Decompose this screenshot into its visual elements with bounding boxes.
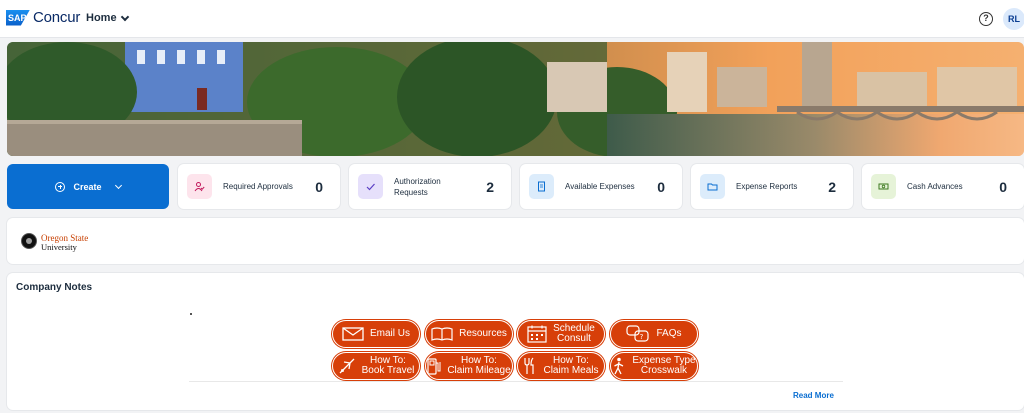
tile-label-line1: Authorization [394, 176, 441, 186]
claim-meals-button[interactable]: How To: Claim Meals [517, 352, 605, 380]
receipt-icon [529, 174, 554, 199]
tile-authorization-requests[interactable]: Authorization Requests 2 [349, 164, 511, 209]
fuel-pump-icon [427, 357, 441, 375]
button-line2: Consult [557, 333, 591, 344]
sap-logo-mark: SAP [6, 9, 30, 26]
tile-available-expenses[interactable]: Available Expenses 0 [520, 164, 682, 209]
cash-icon [871, 174, 896, 199]
home-menu[interactable]: Home [86, 12, 129, 24]
notes-divider [189, 381, 843, 382]
tile-label: Available Expenses [565, 182, 635, 191]
claim-meals-label: How To: Claim Meals [543, 356, 598, 376]
tile-label: Expense Reports [736, 182, 798, 191]
plus-circle-icon [55, 181, 66, 192]
tile-expense-reports[interactable]: Expense Reports 2 [691, 164, 853, 209]
notes-bullet [190, 313, 192, 315]
help-icon[interactable]: ? [979, 12, 993, 26]
check-icon [358, 174, 383, 199]
create-button-label: Create [73, 181, 102, 192]
email-us-label: Email Us [369, 328, 410, 339]
faqs-label: FAQs [656, 328, 682, 339]
pedestrian-icon [612, 357, 626, 375]
read-more-link[interactable]: Read More [793, 391, 834, 400]
chevron-down-icon [114, 181, 122, 189]
tile-cash-advances[interactable]: Cash Advances 0 [862, 164, 1024, 209]
book-icon [431, 327, 453, 341]
hero-banner [7, 42, 1024, 156]
company-notes-title: Company Notes [16, 282, 93, 293]
email-us-button[interactable]: Email Us [332, 320, 420, 348]
resources-button[interactable]: Resources [425, 320, 513, 348]
tile-count: 0 [315, 178, 323, 195]
airplane-icon [338, 357, 356, 375]
tile-count: 0 [657, 178, 665, 195]
svg-text:?: ? [640, 333, 644, 341]
chat-bubbles-icon: ? [626, 325, 650, 343]
person-check-icon [187, 174, 212, 199]
book-travel-button[interactable]: How To: Book Travel [332, 352, 420, 380]
university-name-line2: University [41, 242, 77, 252]
university-seal-icon [21, 233, 37, 249]
schedule-consult-label: Schedule Consult [553, 324, 595, 344]
claim-mileage-button[interactable]: How To: Claim Mileage [425, 352, 513, 380]
book-travel-label: How To: Book Travel [362, 356, 415, 376]
tile-label-line2: Requests [394, 187, 428, 197]
utensils-icon [523, 357, 537, 375]
faqs-button[interactable]: ? FAQs [610, 320, 698, 348]
tile-count: 0 [999, 178, 1007, 195]
tile-label: Cash Advances [907, 182, 963, 191]
tile-count: 2 [486, 178, 494, 195]
button-line2: Claim Meals [543, 365, 599, 376]
sap-concur-logo[interactable]: SAP Concur [6, 9, 80, 26]
expense-type-crosswalk-label: Expense Type Crosswalk [632, 356, 695, 376]
tile-label: Authorization Requests [394, 176, 441, 198]
envelope-icon [342, 327, 364, 341]
expense-type-crosswalk-button[interactable]: Expense Type Crosswalk [610, 352, 698, 380]
button-line2: Book Travel [361, 365, 415, 376]
button-line2: Crosswalk [640, 365, 688, 376]
concur-wordmark: Concur [33, 9, 81, 26]
button-line2: Claim Mileage [447, 365, 511, 376]
calendar-icon [527, 325, 547, 343]
user-avatar[interactable]: RL [1003, 8, 1024, 30]
create-button[interactable]: Create [7, 164, 169, 209]
claim-mileage-label: How To: Claim Mileage [447, 356, 510, 376]
resources-label: Resources [459, 328, 507, 339]
organization-logo-card: Oregon State University [7, 218, 1024, 264]
tile-label: Required Approvals [223, 182, 293, 191]
tile-count: 2 [828, 178, 836, 195]
tile-required-approvals[interactable]: Required Approvals 0 [178, 164, 340, 209]
company-notes-card: Company Notes Email Us Resources Schedul… [7, 273, 1024, 410]
top-bar: SAP Concur Home ? RL [0, 0, 1024, 38]
home-menu-label: Home [86, 12, 117, 24]
banner-image [7, 42, 1024, 156]
folder-icon [700, 174, 725, 199]
chevron-down-icon [120, 12, 129, 21]
schedule-consult-button[interactable]: Schedule Consult [517, 320, 605, 348]
